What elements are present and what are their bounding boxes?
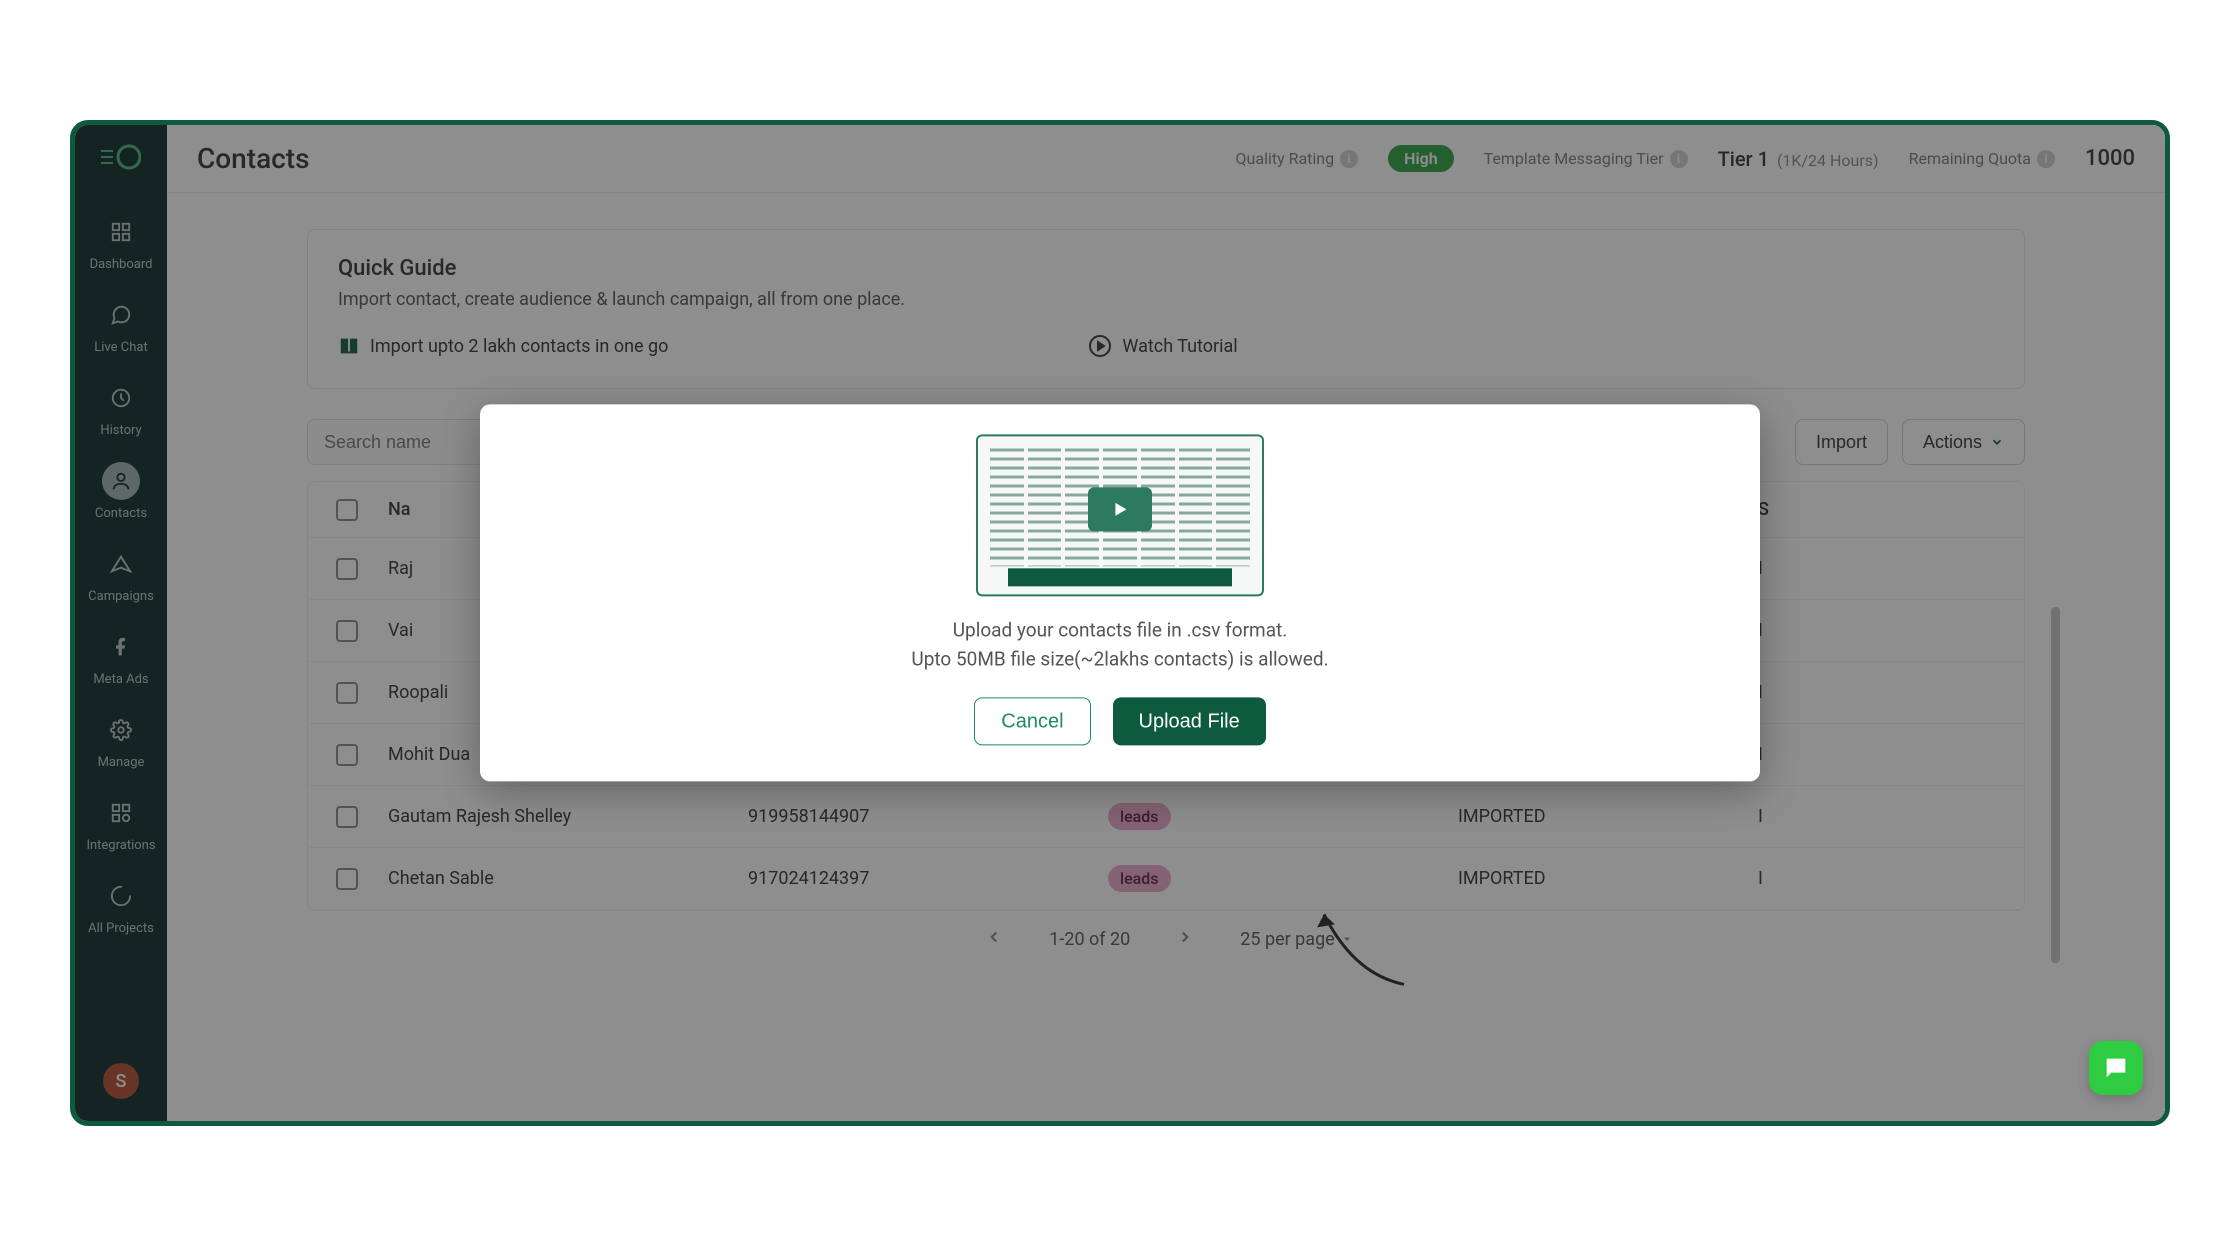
- play-icon: [1088, 487, 1152, 531]
- modal-description: Upload your contacts file in .csv format…: [911, 616, 1328, 673]
- chat-fab[interactable]: [2089, 1041, 2143, 1095]
- chat-bubble-icon: [2102, 1054, 2130, 1082]
- tutorial-video-thumb[interactable]: [976, 434, 1264, 596]
- upload-modal: Upload your contacts file in .csv format…: [480, 404, 1760, 781]
- app-window: Dashboard Live Chat History Contacts Cam…: [70, 120, 2170, 1126]
- upload-file-button[interactable]: Upload File: [1113, 697, 1266, 745]
- cancel-button[interactable]: Cancel: [974, 697, 1090, 745]
